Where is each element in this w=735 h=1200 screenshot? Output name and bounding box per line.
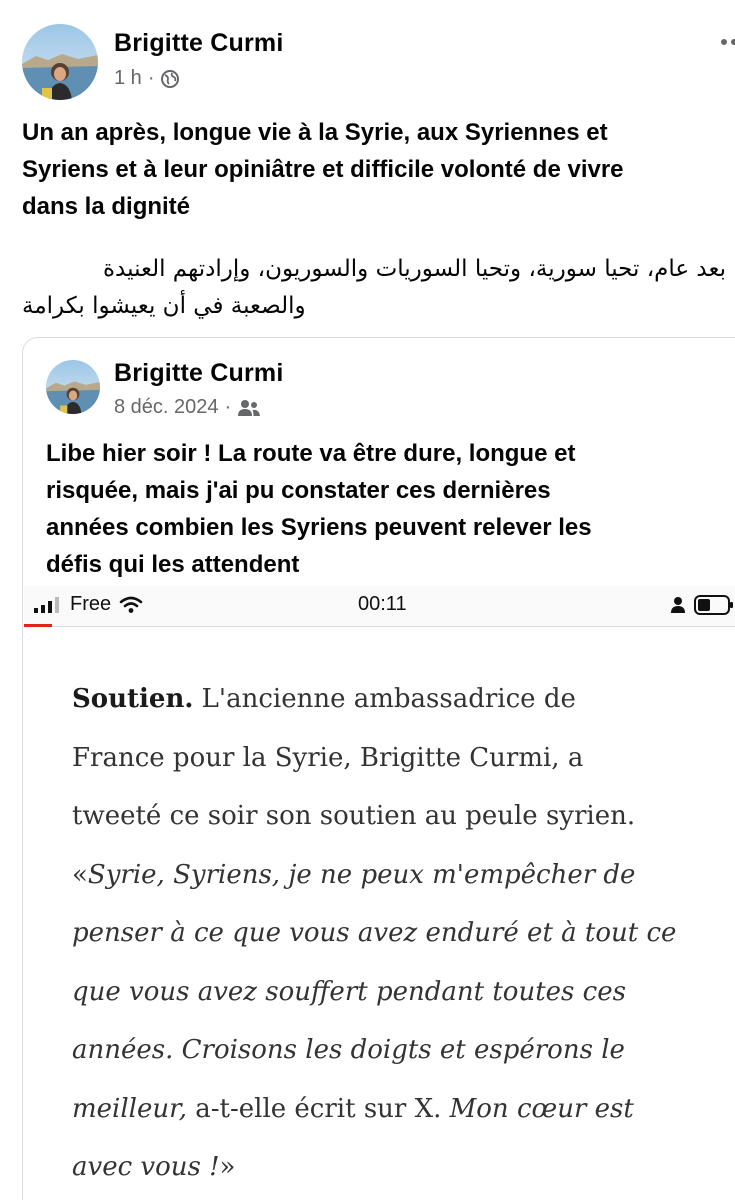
post-time[interactable]: 1 h xyxy=(114,67,142,90)
text-line: Un an après, longue vie à la Syrie, aux … xyxy=(22,119,608,146)
article-quote: avec vous ! xyxy=(72,1152,220,1182)
text-line: années combien les Syriens peuvent relev… xyxy=(46,514,592,541)
article-quote: Syrie, Syriens, je ne peux m'empêcher de xyxy=(87,859,636,890)
battery-icon xyxy=(694,595,733,615)
quote-close: » xyxy=(219,1152,236,1182)
phone-status-bar: Free 00:11 xyxy=(24,586,735,627)
shared-author-name[interactable]: Brigitte Curmi xyxy=(114,359,283,388)
article-line: Soutien. L'ancienne ambassadrice de xyxy=(72,670,732,729)
article-text: a-t-elle écrit sur X. xyxy=(186,1093,450,1124)
post-text-arabic-line: بعد عام، تحيا سورية، وتحيا السوريات والس… xyxy=(103,256,726,282)
author-name[interactable]: Brigitte Curmi xyxy=(114,29,283,58)
article-quote: Mon cœur est xyxy=(449,1093,634,1124)
article-line: «Syrie, Syriens, je ne peux m'empêcher d… xyxy=(72,846,732,905)
separator-dot: · xyxy=(224,396,232,418)
text-line: Syriens et à leur opiniâtre et difficile… xyxy=(22,156,624,183)
text-line: défis qui les attendent xyxy=(46,551,300,578)
text-line: Libe hier soir ! La route va être dure, … xyxy=(46,440,576,467)
article-quote: meilleur, xyxy=(72,1093,187,1124)
article-line: années. Croisons les doigts et espérons … xyxy=(72,1035,625,1065)
article-excerpt: Soutien. L'ancienne ambassadrice de Fran… xyxy=(72,670,732,1197)
article-text: L'ancienne ambassadrice de xyxy=(193,684,576,714)
article-line: France pour la Syrie, Brigitte Curmi, a xyxy=(72,742,584,773)
text-line: dans la dignité xyxy=(22,193,191,220)
post-meta: 1 h · xyxy=(114,67,180,90)
article-line: penser à ce que vous avez enduré et à to… xyxy=(72,918,677,948)
globe-icon xyxy=(161,69,180,88)
shared-post-meta: 8 déc. 2024 · xyxy=(114,396,261,419)
reading-progress-bar xyxy=(24,624,53,627)
profile-photo xyxy=(46,360,100,414)
carrier-group: Free xyxy=(34,593,149,616)
attached-screenshot-image[interactable]: Free 00:11 Soutien. L'ancienne ambassadr… xyxy=(24,586,735,1200)
shared-avatar[interactable] xyxy=(46,360,100,414)
article-lead: Soutien. xyxy=(72,684,194,714)
facebook-post: Brigitte Curmi 1 h · Un an après, longue… xyxy=(0,0,735,1200)
wifi-icon xyxy=(119,596,143,613)
quote-open: « xyxy=(72,859,88,890)
post-text-arabic-line: والصعبة في أن يعيشوا بكرامة xyxy=(22,293,306,319)
avatar[interactable] xyxy=(22,24,98,100)
shared-post-date[interactable]: 8 déc. 2024 xyxy=(114,396,219,419)
article-line: que vous avez souffert pendant toutes ce… xyxy=(72,976,626,1007)
friends-icon xyxy=(238,399,261,416)
text-line: risquée, mais j'ai pu constater ces dern… xyxy=(46,477,551,504)
profile-photo xyxy=(22,24,98,100)
post-text-french: Un an après, longue vie à la Syrie, aux … xyxy=(22,114,624,225)
article-line: meilleur, a-t-elle écrit sur X. Mon cœur… xyxy=(72,1080,732,1139)
separator-dot: · xyxy=(147,67,155,89)
status-time: 00:11 xyxy=(358,593,407,615)
carrier-name: Free xyxy=(70,593,112,615)
status-right-icons xyxy=(670,595,734,615)
article-line: tweeté ce soir son soutien au peule syri… xyxy=(72,801,636,831)
article-line: avec vous !» xyxy=(72,1138,732,1197)
signal-icon xyxy=(34,596,59,613)
shared-post-text: Libe hier soir ! La route va être dure, … xyxy=(46,435,592,583)
person-icon xyxy=(671,597,685,613)
more-vertical-icon[interactable] xyxy=(720,34,735,50)
